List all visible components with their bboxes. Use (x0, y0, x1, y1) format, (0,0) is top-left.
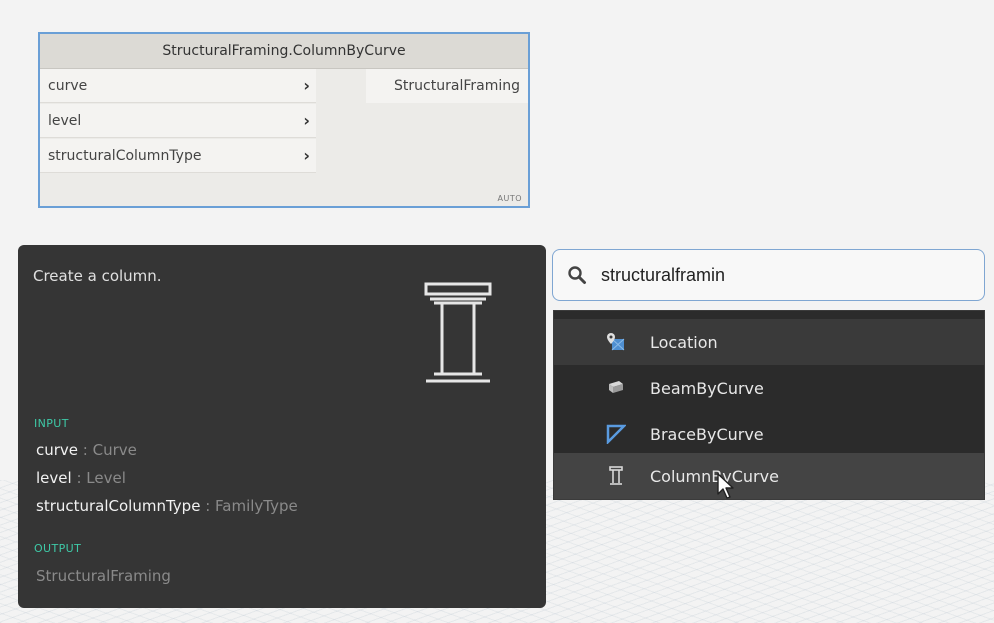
input-port-curve[interactable]: curve › (40, 69, 316, 103)
node-tooltip: Create a column. INPUT curve : Curve lev… (18, 245, 546, 608)
chevron-right-icon: › (303, 76, 310, 95)
chevron-right-icon: › (303, 146, 310, 165)
port-label: structuralColumnType (48, 147, 202, 164)
param-name: curve (36, 441, 79, 459)
param-name: structuralColumnType (36, 497, 201, 515)
column-icon (424, 282, 492, 383)
param-type: : Curve (78, 441, 137, 459)
result-label: ColumnByCurve (650, 466, 779, 486)
result-location[interactable]: Location (554, 319, 984, 365)
param-curve: curve : Curve (36, 441, 137, 459)
output-type: StructuralFraming (36, 567, 171, 585)
chevron-right-icon: › (303, 111, 310, 130)
result-bracebycurve[interactable]: BraceByCurve (554, 411, 984, 457)
beam-icon (609, 381, 623, 393)
param-structuralcolumntype: structuralColumnType : FamilyType (36, 497, 298, 515)
node-title[interactable]: StructuralFraming.ColumnByCurve (40, 34, 528, 69)
result-label: BraceByCurve (650, 424, 764, 444)
param-type: : Level (71, 469, 126, 487)
port-label: curve (48, 77, 88, 94)
result-label: Location (650, 332, 718, 352)
tooltip-description: Create a column. (33, 267, 162, 285)
param-level: level : Level (36, 469, 126, 487)
node-structuralframing-columnbycurve[interactable]: StructuralFraming.ColumnByCurve curve › … (38, 32, 530, 208)
output-section-header: OUTPUT (34, 542, 82, 555)
search-results: Location BeamByCurve BraceByCurve Column… (553, 310, 985, 500)
search-icon (568, 266, 586, 284)
port-label: level (48, 112, 82, 129)
param-name: level (36, 469, 72, 487)
location-icon (607, 333, 625, 351)
result-beambycurve[interactable]: BeamByCurve (554, 365, 984, 411)
brace-icon (606, 424, 626, 444)
column-icon (609, 466, 623, 485)
result-columnbycurve[interactable]: ColumnByCurve (554, 453, 984, 499)
input-port-structuralcolumntype[interactable]: structuralColumnType › (40, 139, 316, 173)
param-type: : FamilyType (200, 497, 298, 515)
output-port-structuralframing[interactable]: StructuralFraming (366, 69, 528, 103)
input-port-level[interactable]: level › (40, 104, 316, 138)
node-body: curve › level › structuralColumnType › S… (40, 69, 528, 207)
mouse-cursor-icon (717, 473, 734, 499)
input-section-header: INPUT (34, 417, 69, 430)
result-label: BeamByCurve (650, 378, 764, 398)
lacing-label[interactable]: AUTO (497, 194, 522, 203)
search-box[interactable] (552, 249, 985, 301)
search-input[interactable] (601, 264, 961, 286)
